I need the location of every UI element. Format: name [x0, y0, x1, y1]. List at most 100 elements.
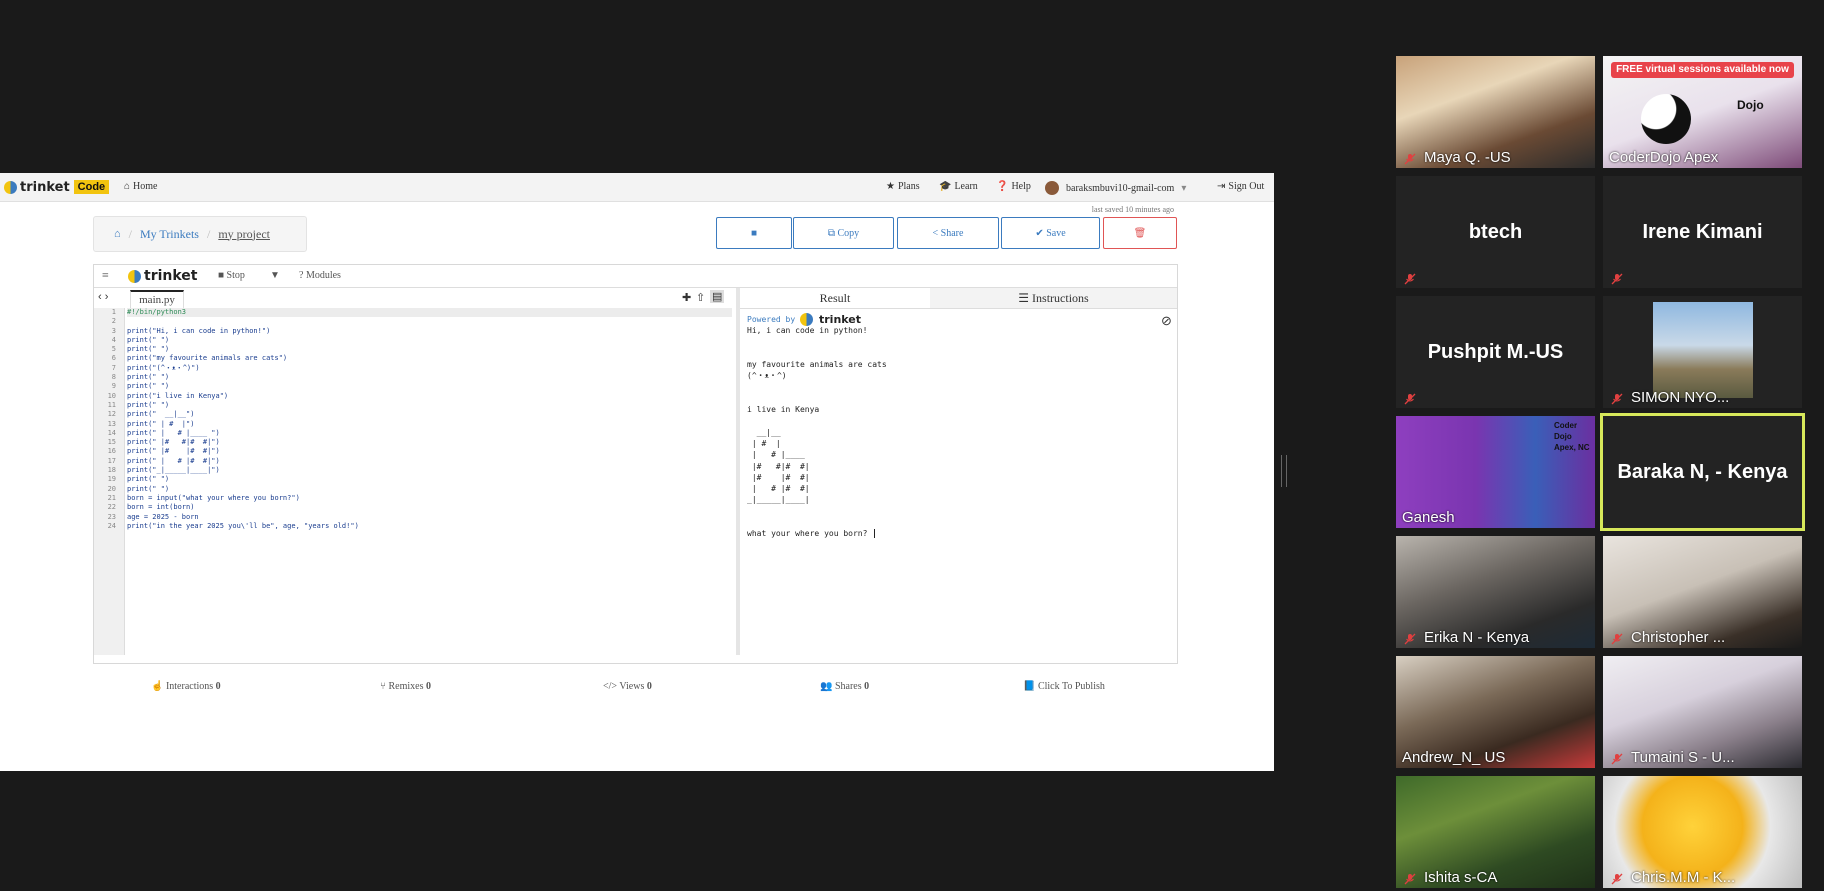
upload-icon[interactable]: ⇧ — [696, 291, 705, 304]
run-options-dropdown[interactable]: ▼ — [270, 270, 280, 281]
breadcrumb-my-trinkets[interactable]: My Trinkets — [140, 227, 199, 242]
code-line: print("(^・ᴥ・^)") — [127, 363, 200, 372]
code-line: print("i live in Kenya") — [127, 391, 229, 400]
nav-plans[interactable]: ★ Plans — [886, 181, 920, 192]
line-number: 9 — [111, 382, 116, 391]
trinket-navbar: trinket Code ⌂ Home ★ Plans 🎓 Learn ❓ Help b… — [0, 173, 1274, 202]
powered-by[interactable]: Powered by trinket — [747, 313, 1167, 326]
participant-tile[interactable]: Coder Dojo Apex, NC Ganesh — [1396, 416, 1595, 528]
participant-tile[interactable]: btech — [1396, 176, 1595, 288]
tab-result[interactable]: Result — [740, 288, 931, 308]
line-number: 19 — [107, 475, 116, 484]
output-line: | # | — [747, 438, 781, 448]
panel-resize-handle[interactable] — [1281, 455, 1287, 487]
home-icon[interactable]: ⌂ — [114, 228, 121, 240]
modules-button[interactable]: ? Modules — [299, 270, 341, 281]
publish-label: Click To Publish — [1037, 681, 1105, 692]
participant-tile[interactable]: Andrew_N_ US — [1396, 656, 1595, 768]
participant-tile[interactable]: Chris.M.M - K... — [1603, 776, 1802, 888]
home-icon: ⌂ — [124, 181, 131, 192]
logo-text: trinket — [20, 179, 70, 195]
publish-button[interactable]: 📘 Click To Publish — [1023, 681, 1105, 692]
participant-tile[interactable]: Ishita s-CA — [1396, 776, 1595, 888]
code-line: born = input("what your where you born?"… — [127, 493, 300, 502]
muted-mic-icon — [1611, 392, 1623, 405]
last-saved-text: last saved 10 minutes ago — [1091, 205, 1174, 214]
nav-signout[interactable]: ⇥ Sign Out — [1217, 181, 1264, 192]
stat-label: Remixes — [388, 681, 424, 692]
caret-down-icon: ▼ — [270, 270, 280, 281]
code-line: print(" ") — [127, 335, 170, 344]
participant-tile[interactable]: Irene Kimani — [1603, 176, 1802, 288]
delete-button[interactable]: 🗑 — [1103, 217, 1177, 249]
line-number: 14 — [107, 428, 116, 437]
participant-tile[interactable]: SIMON NYO... — [1603, 296, 1802, 408]
output-line: __|__ — [747, 427, 781, 437]
caret-down-icon: ▾ — [1181, 182, 1187, 194]
editor-toolbar: ≡ trinket ■ Stop ▼ ? Modules — [94, 265, 1177, 288]
result-output: Powered by trinket Hi, i can code in pyt… — [747, 313, 1167, 654]
stat-shares[interactable]: 👥 Shares 0 — [820, 681, 869, 692]
nav-help-label: Help — [1011, 181, 1031, 192]
stat-count: 0 — [426, 681, 431, 692]
nav-home[interactable]: ⌂ Home — [124, 181, 157, 192]
copy-label: Copy — [837, 227, 860, 239]
line-number: 21 — [107, 493, 116, 502]
tab-instructions[interactable]: ☰ Instructions — [930, 288, 1177, 308]
file-icon[interactable]: ▤ — [710, 290, 725, 303]
code-toggle-icon[interactable]: ‹ › — [98, 291, 108, 303]
participant-tile[interactable]: Christopher ... — [1603, 536, 1802, 648]
participant-name-large: Baraka N, - Kenya — [1617, 460, 1788, 483]
code-line: print("my favourite animals are cats") — [127, 354, 288, 363]
participant-tile[interactable]: Erika N - Kenya — [1396, 536, 1595, 648]
participant-name-large: Pushpit M.-US — [1427, 340, 1564, 363]
folder-button[interactable]: ■ — [716, 217, 792, 249]
editor-brand: trinket — [128, 268, 197, 284]
trash-icon: 🗑 — [1133, 227, 1147, 239]
copy-button[interactable]: ⧉ Copy — [793, 217, 894, 249]
breadcrumb-project[interactable]: my project — [218, 227, 270, 242]
share-button[interactable]: < Share — [897, 217, 999, 249]
save-button[interactable]: ✔ Save — [1001, 217, 1100, 249]
code-editor[interactable]: #!/bin/python3 print("Hi, i can code in p… — [127, 308, 732, 655]
line-number: 17 — [107, 456, 116, 465]
menu-icon[interactable]: ≡ — [102, 268, 109, 283]
stat-remixes[interactable]: ⑂ Remixes 0 — [380, 681, 431, 692]
line-number: 23 — [107, 512, 116, 521]
trinket-logo[interactable]: trinket Code — [4, 179, 110, 195]
participant-name: Andrew_N_ US — [1402, 749, 1506, 766]
muted-mic-icon — [1611, 752, 1623, 765]
code-line: print(" ") — [127, 484, 170, 493]
output-line[interactable]: what your where you born? — [747, 528, 1167, 539]
nav-learn[interactable]: 🎓 Learn — [939, 181, 978, 192]
line-number: 3 — [111, 326, 116, 335]
folder-icon: ■ — [750, 227, 758, 239]
stat-label: Views — [619, 681, 645, 692]
input-cursor[interactable] — [874, 529, 876, 539]
participant-tile[interactable]: Maya Q. -US — [1396, 56, 1595, 168]
code-line: print(" |# |# #|") — [127, 447, 220, 456]
participant-tile[interactable]: Pushpit M.-US — [1396, 296, 1595, 408]
nav-help[interactable]: ❓ Help — [996, 181, 1031, 192]
participant-tile[interactable]: Tumaini S - U... — [1603, 656, 1802, 768]
user-menu[interactable]: baraksmbuvi10-gmail-com ▾ — [1045, 181, 1186, 195]
add-file-icon[interactable]: ✚ — [682, 291, 691, 304]
stop-button[interactable]: ■ Stop — [218, 270, 245, 281]
file-tab-bar: ‹ › main.py ✚ ⇧ ▤ — [94, 288, 736, 310]
output-line: Hi, i can code in python! — [747, 326, 868, 335]
stat-views[interactable]: </> Views 0 — [603, 681, 652, 692]
line-number: 4 — [111, 335, 116, 344]
save-label: Save — [1046, 227, 1066, 239]
pane-divider[interactable] — [736, 288, 740, 655]
participant-tile-active-speaker[interactable]: Baraka N, - Kenya — [1600, 413, 1805, 531]
muted-mic-icon — [1404, 152, 1416, 165]
participant-tile[interactable]: FREE virtual sessions available now Dojo… — [1603, 56, 1802, 168]
file-tab-main[interactable]: main.py — [130, 290, 184, 310]
line-number: 22 — [107, 503, 116, 512]
stat-interactions[interactable]: ☝ Interactions 0 — [151, 681, 221, 692]
tab-instructions-label: Instructions — [1032, 291, 1089, 305]
code-line: print(" ") — [127, 400, 170, 409]
